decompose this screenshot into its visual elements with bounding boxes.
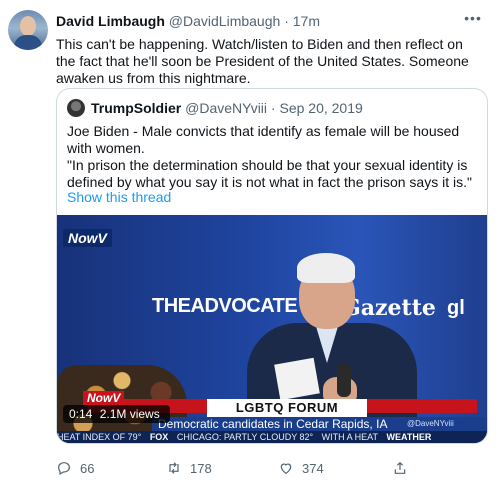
heart-icon [280,463,292,475]
quote-text: Joe Biden - Male convicts that identify … [67,123,479,191]
news-ticker: HEAT INDEX OF 79° FOX CHICAGO: PARTLY CL… [57,431,487,443]
banner-right: gl [447,297,465,319]
microphone [337,363,351,397]
tweet-time[interactable]: 17m [293,13,320,29]
quote-avatar [67,99,85,117]
quote-header: TrumpSoldier @DaveNYviii · Sep 20, 2019 [67,99,363,117]
ticker-item: WITH A HEAT [321,432,379,442]
reply-button[interactable]: 66 [56,460,94,476]
video-stats: 0:14 2.1M views [63,405,170,423]
lower-third-strip: Democratic candidates in Cedar Rapids, I… [152,417,487,431]
video-player[interactable]: NowV THEADVOCATE Gazette gl LGBTQ FORUM … [57,215,487,443]
share-button[interactable] [392,460,416,476]
quote-author-name: TrumpSoldier [91,100,182,116]
reply-icon [58,462,70,476]
avatar[interactable] [8,10,48,50]
like-button[interactable]: 374 [278,460,324,476]
speaker-hair [297,253,355,283]
lower-third-text: Democratic candidates in Cedar Rapids, I… [158,417,388,431]
lower-third-handle: @DaveNYviii [407,419,454,428]
action-bar: 66 178 374 [56,460,476,476]
retweet-count: 178 [190,460,212,476]
network-logo: NowV [63,229,112,247]
separator: · [284,13,289,29]
avatar-shirt [14,35,42,50]
quote-author-handle: @DaveNYviii [185,100,268,116]
quote-line-1: Joe Biden - Male convicts that identify … [67,123,460,156]
quote-line-2: "In prison the determination should be t… [67,157,472,190]
share-icon [394,461,406,474]
video-views: 2.1M views [99,407,160,421]
avatar-face [20,16,36,36]
retweet-button[interactable]: 178 [166,460,212,476]
show-thread-link[interactable]: Show this thread [67,189,171,205]
ticker-item: CHICAGO: PARTLY CLOUDY 82° [176,432,314,442]
quote-date: Sep 20, 2019 [279,100,363,116]
ticker-item: FOX [149,432,169,442]
lower-third-logo: NowV [83,391,125,405]
reply-count: 66 [80,460,95,476]
speaker-card [274,357,320,401]
lower-third-title: LGBTQ FORUM [207,399,367,417]
author-name[interactable]: David Limbaugh [56,13,165,29]
tweet[interactable]: David Limbaugh @DavidLimbaugh · 17m ••• … [0,0,500,480]
ticker-item: WEATHER [386,432,432,442]
quoted-tweet[interactable]: TrumpSoldier @DaveNYviii · Sep 20, 2019 … [56,88,488,444]
tweet-header: David Limbaugh @DavidLimbaugh · 17m [56,13,320,29]
quote-separator: · [270,100,276,116]
video-time: 0:14 [69,407,93,421]
like-count: 374 [302,460,324,476]
more-dots-icon[interactable]: ••• [458,10,488,30]
author-handle[interactable]: @DavidLimbaugh [169,13,281,29]
retweet-icon [169,462,179,474]
ticker-item: HEAT INDEX OF 79° [57,432,142,442]
tweet-text: This can't be happening. Watch/listen to… [56,36,469,86]
